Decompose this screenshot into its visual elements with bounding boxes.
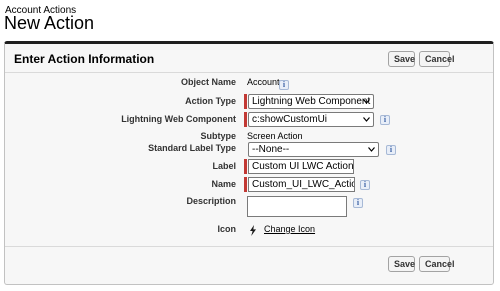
lightning-bolt-icon <box>250 225 256 236</box>
label-field-label: Label <box>212 161 236 171</box>
chevron-down-icon <box>368 147 375 152</box>
lwc-required-indicator <box>244 112 247 127</box>
save-button-top[interactable]: Save <box>388 51 415 67</box>
action-type-select[interactable]: Lightning Web Component <box>248 94 374 109</box>
panel-header: Enter Action Information Save Cancel <box>5 44 493 70</box>
label-required-indicator <box>244 159 247 174</box>
label-input[interactable]: Custom UI LWC Action <box>248 159 354 174</box>
chevron-down-icon <box>363 117 370 122</box>
header-divider <box>5 72 493 73</box>
change-icon-link[interactable]: Change Icon <box>264 224 315 234</box>
standard-label-type-selected: --None-- <box>252 144 290 155</box>
lwc-info-icon[interactable]: i <box>380 115 390 125</box>
name-info-icon[interactable]: i <box>360 180 370 190</box>
lwc-select[interactable]: c:showCustomUi <box>248 112 374 127</box>
action-type-required-indicator <box>244 94 247 109</box>
save-button-bottom[interactable]: Save <box>388 256 415 272</box>
object-name-value: Account <box>247 77 280 87</box>
object-name-info-icon[interactable]: i <box>279 80 289 90</box>
name-field-label: Name <box>211 179 236 189</box>
action-type-selected: Lightning Web Component <box>252 96 371 107</box>
lwc-label: Lightning Web Component <box>121 114 236 124</box>
panel-heading: Enter Action Information <box>14 52 155 66</box>
description-label: Description <box>186 196 236 206</box>
object-name-label: Object Name <box>180 77 236 87</box>
standard-label-type-label: Standard Label Type <box>148 143 236 153</box>
name-input[interactable]: Custom_UI_LWC_Action <box>248 177 355 192</box>
name-required-indicator <box>244 177 247 192</box>
page-header: Account Actions New Action <box>0 0 500 40</box>
action-info-panel: Enter Action Information Save Cancel Obj… <box>4 41 494 285</box>
standard-label-type-info-icon[interactable]: i <box>386 145 396 155</box>
lwc-selected: c:showCustomUi <box>252 114 328 125</box>
icon-label: Icon <box>217 224 236 234</box>
description-textarea[interactable] <box>247 196 347 217</box>
cancel-button-bottom[interactable]: Cancel <box>419 256 455 272</box>
chevron-down-icon <box>363 99 370 104</box>
cancel-button-top[interactable]: Cancel <box>419 51 455 67</box>
subtype-value: Screen Action <box>247 131 303 141</box>
page-title: New Action <box>4 13 95 33</box>
description-info-icon[interactable]: i <box>353 198 363 208</box>
action-type-label: Action Type <box>185 96 236 106</box>
footer-divider <box>5 246 493 247</box>
standard-label-type-select[interactable]: --None-- <box>248 142 379 157</box>
subtype-label: Subtype <box>200 131 236 141</box>
